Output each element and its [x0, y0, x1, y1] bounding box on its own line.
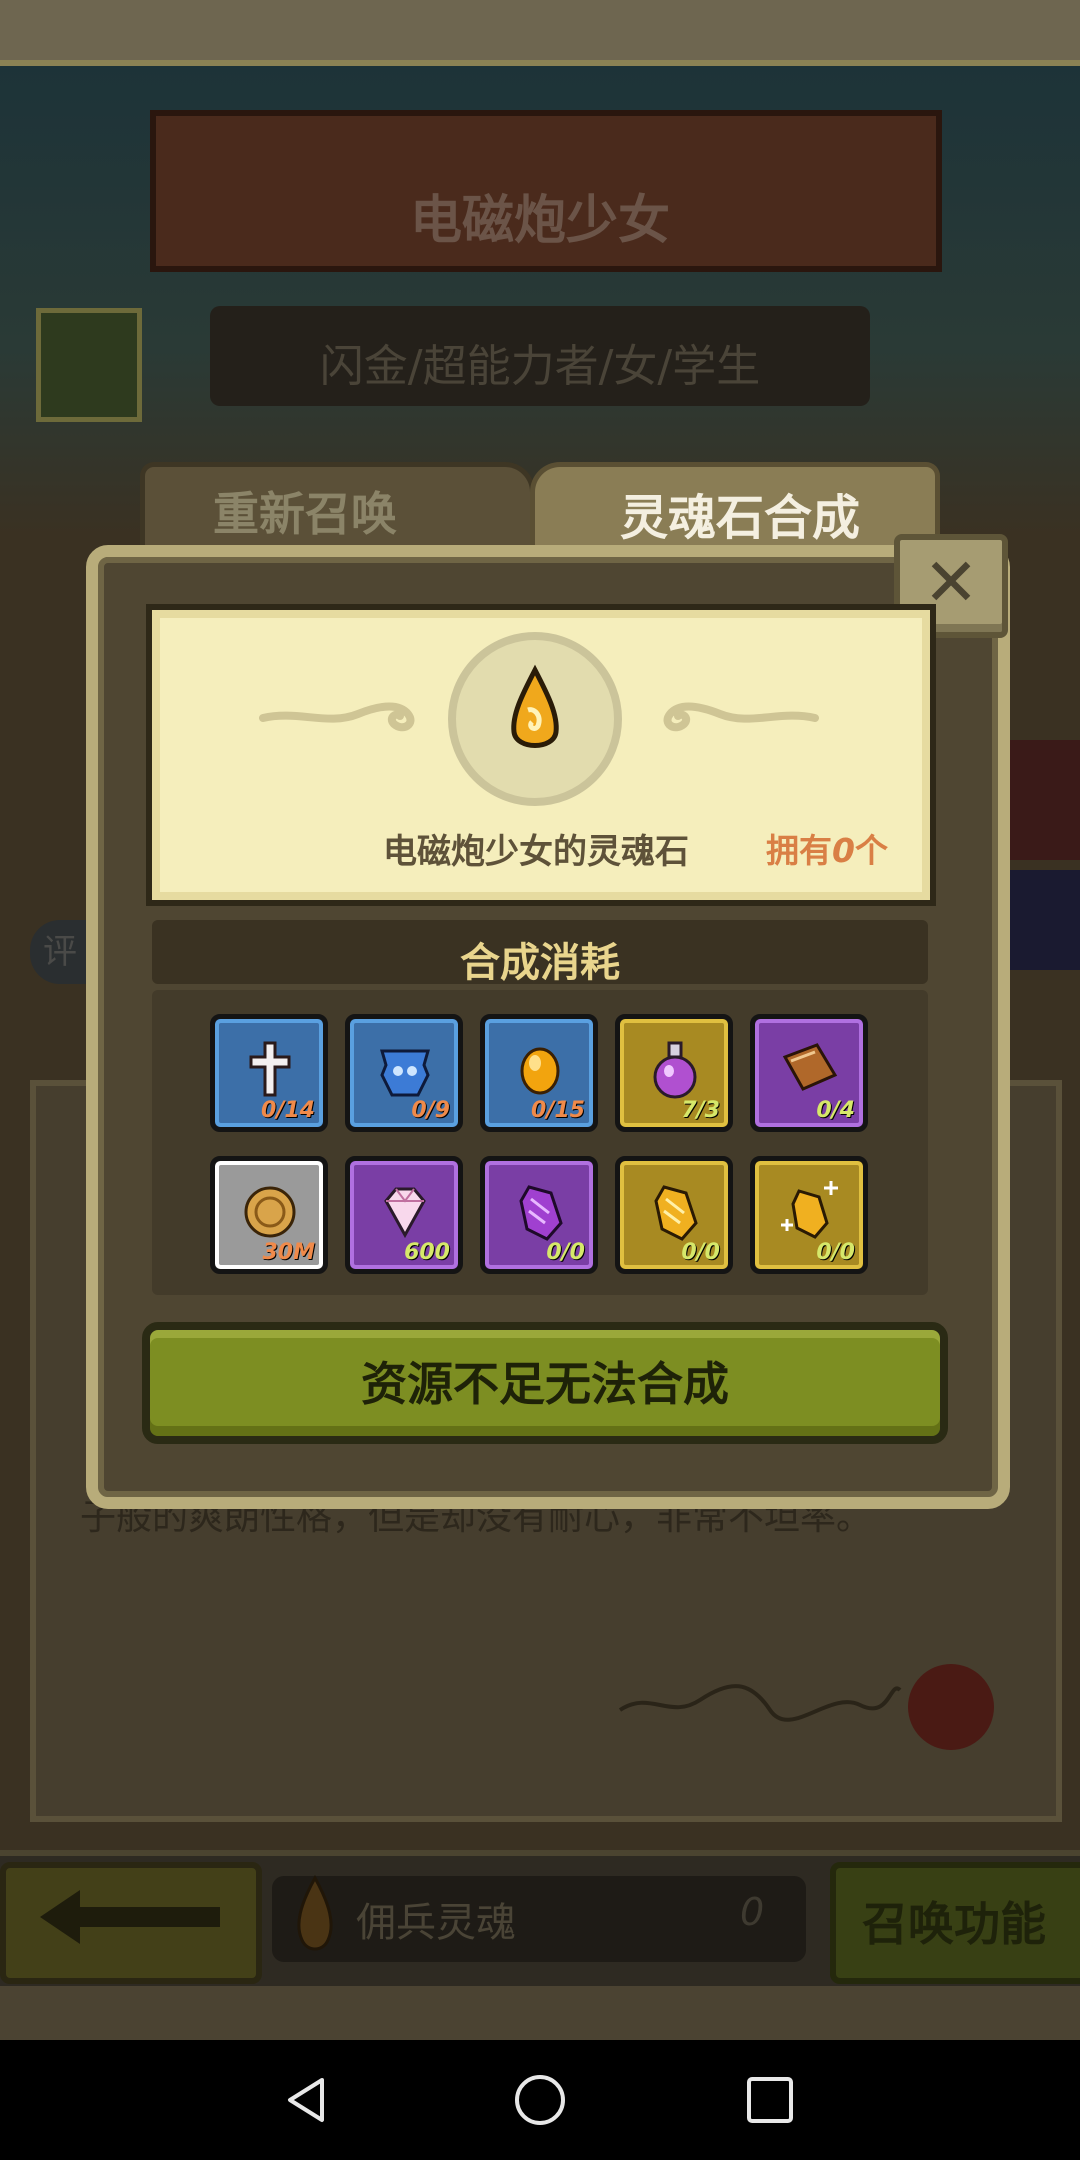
owned-count: 拥有0个 — [766, 824, 888, 872]
material-slot[interactable]: 0/0 — [615, 1156, 733, 1274]
potion-icon — [642, 1037, 708, 1103]
material-slot[interactable]: 0/14 — [210, 1014, 328, 1132]
purple-crystal-icon — [507, 1179, 573, 1245]
cost-title: 合成消耗 — [460, 940, 620, 986]
material-count: 0/9 — [411, 1098, 450, 1123]
tab-resummon-label: 重新召唤 — [213, 487, 397, 541]
cross-icon — [237, 1037, 303, 1103]
synthesize-button-label: 资源不足无法合成 — [361, 1357, 729, 1411]
gold-crystal-icon — [642, 1179, 708, 1245]
material-slot[interactable]: 0/15 — [480, 1014, 598, 1132]
material-count: 0/14 — [261, 1098, 315, 1123]
hero-name: 电磁炮少女 — [409, 191, 670, 251]
material-slot[interactable]: 600 — [345, 1156, 463, 1274]
material-count: 0/4 — [816, 1098, 855, 1123]
owned-suffix: 个 — [854, 831, 888, 870]
material-count: 30M — [262, 1240, 315, 1265]
home-nav-icon[interactable] — [510, 2070, 570, 2130]
summon-function-label: 召唤功能 — [862, 1897, 1046, 1951]
material-slot[interactable]: 30M — [210, 1156, 328, 1274]
scroll-icon — [36, 308, 142, 422]
diamond-icon — [372, 1179, 438, 1245]
sparkle-crystal-icon — [777, 1179, 843, 1245]
soulstone-icon — [448, 660, 622, 770]
book-icon — [777, 1037, 843, 1103]
soul-count: 0 — [740, 1890, 765, 1934]
material-slot[interactable]: 7/3 — [615, 1014, 733, 1132]
armor-icon — [372, 1037, 438, 1103]
recents-nav-icon[interactable] — [740, 2070, 800, 2130]
swirl-ornament-right — [650, 690, 820, 740]
hero-tags: 闪金/超能力者/女/学生 — [319, 341, 761, 392]
material-count: 7/3 — [681, 1098, 720, 1123]
material-count: 0/15 — [531, 1098, 585, 1123]
owned-number: 0 — [832, 831, 855, 870]
tab-soulstone-synthesis-label: 灵魂石合成 — [619, 490, 860, 546]
back-arrow-icon — [30, 1882, 230, 1952]
amber-gem-icon — [507, 1037, 573, 1103]
soul-label: 佣兵灵魂 — [356, 1900, 516, 1946]
material-count: 0/0 — [681, 1240, 720, 1265]
material-count: 600 — [404, 1240, 450, 1265]
top-border — [0, 0, 1080, 66]
material-count: 0/0 — [546, 1240, 585, 1265]
material-slot[interactable]: 0/9 — [345, 1014, 463, 1132]
soul-flame-icon — [290, 1870, 340, 1960]
coin-icon — [237, 1179, 303, 1245]
owned-prefix: 拥有 — [766, 831, 832, 870]
side-weapon-icon — [1010, 740, 1080, 860]
signature-image — [610, 1660, 910, 1740]
swirl-ornament-left — [258, 690, 428, 740]
soul-counter — [272, 1876, 806, 1962]
back-nav-icon[interactable] — [278, 2070, 338, 2130]
wax-seal-icon — [908, 1664, 994, 1750]
material-count: 0/0 — [816, 1240, 855, 1265]
floor-strip — [0, 1986, 1080, 2040]
material-slot[interactable]: 0/4 — [750, 1014, 868, 1132]
side-skill-icon — [1010, 870, 1080, 970]
material-slot[interactable]: 0/0 — [480, 1156, 598, 1274]
material-slot[interactable]: 0/0 — [750, 1156, 868, 1274]
review-tag: 评 — [30, 920, 90, 984]
